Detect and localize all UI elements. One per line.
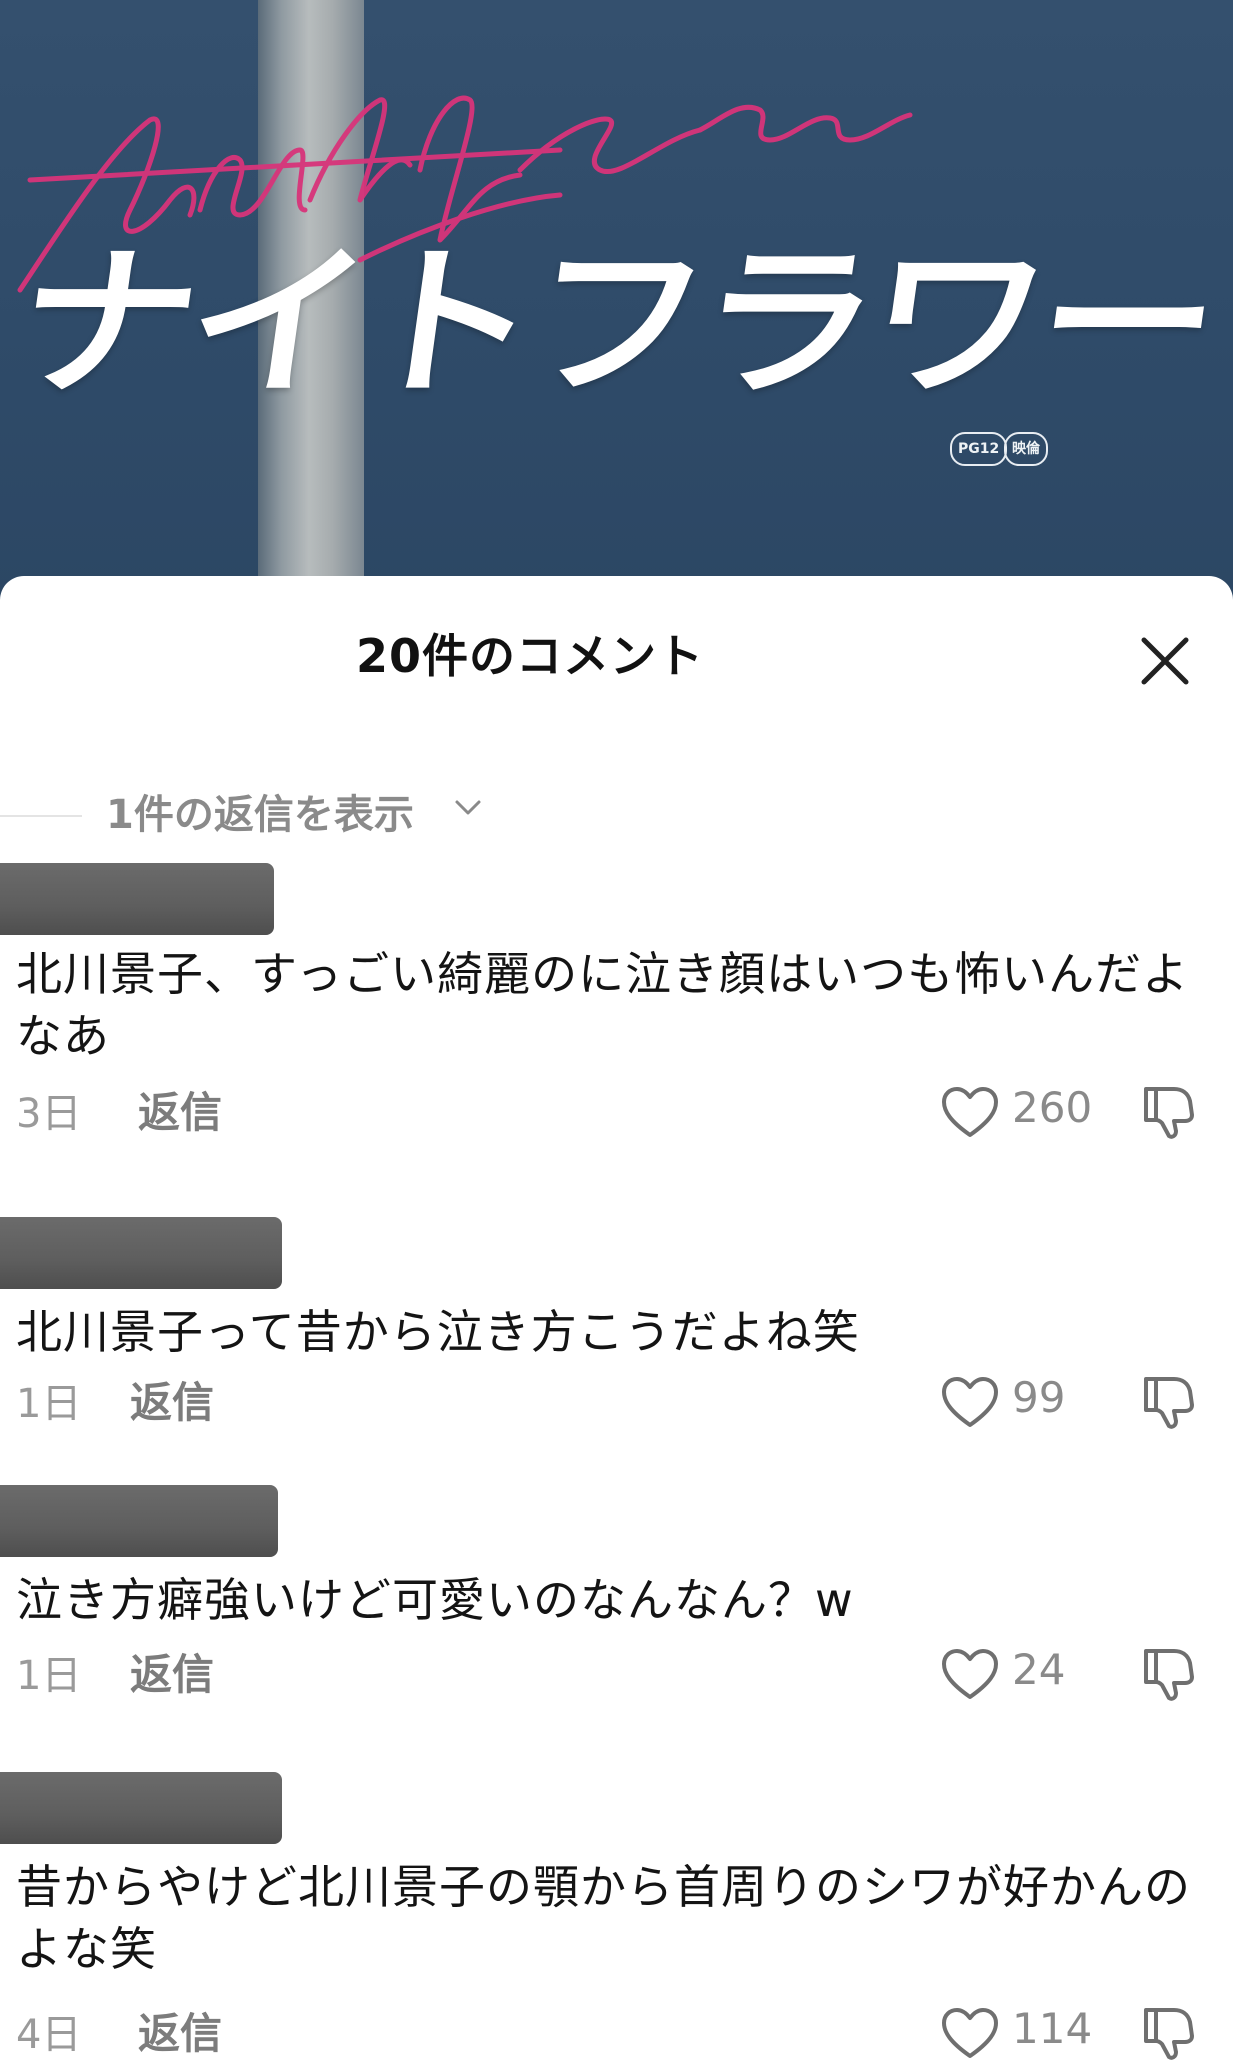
comments-sheet: 20件のコメント 1件の返信を表示 北川景子、すっごい綺麗のに泣き顔はいつも怖い…: [0, 576, 1233, 2060]
comment-text: 北川景子、すっごい綺麗のに泣き顔はいつも怖いんだよなあ: [16, 947, 1190, 1063]
redacted-username: [0, 1772, 282, 1844]
dislike-icon[interactable]: [1138, 1081, 1198, 1141]
comment-text: 昔からやけど北川景子の顎から首周りのシワが好かんのよな笑: [16, 1860, 1191, 1976]
dislike-icon[interactable]: [1138, 1371, 1198, 1431]
chevron-down-icon: [455, 800, 481, 815]
reply-thread-line: [0, 815, 82, 817]
comment-date: 1日: [16, 1653, 82, 1699]
dislike-icon[interactable]: [1138, 1643, 1198, 1703]
comment-date: 1日: [16, 1381, 82, 1427]
comment-text: 北川景子って昔から泣き方こうだよね笑: [16, 1305, 860, 1359]
heart-icon[interactable]: [940, 1375, 1000, 1431]
like-count: 99: [1012, 1373, 1066, 1422]
rating-badge-eirin: 映倫: [1004, 432, 1048, 466]
heart-icon[interactable]: [940, 1085, 1000, 1141]
reply-button[interactable]: 返信: [138, 2000, 222, 2061]
reply-button[interactable]: 返信: [130, 1369, 214, 1430]
comment-text: 泣き方癖強いけど可愛いのなんなん？w: [16, 1573, 854, 1627]
comment-date: 4日: [16, 2012, 82, 2058]
heart-icon[interactable]: [940, 1647, 1000, 1703]
video-title-japanese: ナイトフラワー: [5, 228, 1223, 419]
video-player[interactable]: ナイトフラワー PG12 映倫: [0, 0, 1233, 600]
rating-badge-pg12: PG12: [950, 432, 1008, 466]
reply-button[interactable]: 返信: [138, 1079, 222, 1140]
dislike-icon[interactable]: [1138, 2002, 1198, 2062]
comments-count-title: 20件のコメント: [355, 629, 704, 683]
redacted-username: [0, 1485, 278, 1557]
show-replies-label: 1件の返信を表示: [106, 792, 414, 838]
like-count: 114: [1012, 2004, 1093, 2053]
redacted-username: [0, 1217, 282, 1289]
heart-icon[interactable]: [940, 2006, 1000, 2062]
close-icon[interactable]: [1138, 634, 1192, 688]
like-count: 24: [1012, 1645, 1066, 1694]
redacted-username: [0, 863, 274, 935]
like-count: 260: [1012, 1083, 1093, 1132]
reply-button[interactable]: 返信: [130, 1641, 214, 1702]
comment-date: 3日: [16, 1091, 82, 1137]
